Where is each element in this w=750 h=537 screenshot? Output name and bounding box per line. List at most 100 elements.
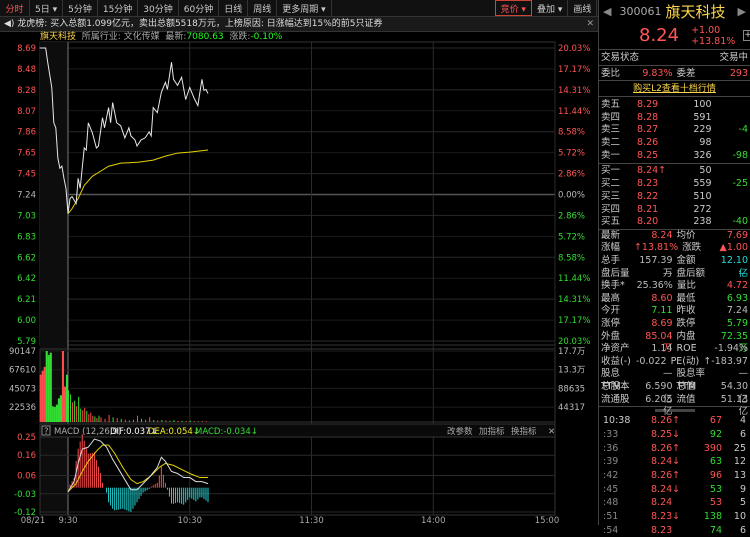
asks-row[interactable]: 卖一 8.25 326 -98 xyxy=(599,150,750,163)
stat-row: 涨停 8.69 跌停 5.79 xyxy=(599,318,750,331)
tick-row: :45 8.24↓ 53 9 xyxy=(599,483,750,497)
volume-bar xyxy=(153,420,155,422)
asks-row[interactable]: 卖二 8.26 98 xyxy=(599,137,750,150)
ticks-collapse-handle[interactable] xyxy=(654,409,695,413)
stat-value: ↑-183.97 xyxy=(703,355,748,367)
stat-row: 总手 157.39万 金额 12.10亿 xyxy=(599,255,750,279)
price-tick-label: 8.07 xyxy=(17,107,36,117)
stat-value: 6.590亿 xyxy=(645,381,673,405)
level-change: -40 xyxy=(732,216,748,228)
volume-bar xyxy=(189,420,191,422)
macd-dea: DEA:0.054↓ xyxy=(148,427,200,437)
tick-time: :39 xyxy=(603,456,619,468)
tick-price: 8.25↓ xyxy=(651,428,681,440)
level-price: 8.28 xyxy=(637,111,659,123)
volume-bar xyxy=(181,420,183,422)
stat-label: 流通股 xyxy=(601,393,630,405)
stat-row: 涨幅 ↑13.81% 涨跌 ▲1.00 xyxy=(599,242,750,255)
level-price: 8.21 xyxy=(637,203,659,215)
bids-row[interactable]: 买三 8.22 510 xyxy=(599,191,750,204)
stat-label: 流值 xyxy=(676,393,696,405)
stat-label: 收益(-) xyxy=(601,355,631,367)
volume-tick-label: 22536 xyxy=(9,403,36,413)
price-tick-label: 5.79 xyxy=(17,337,36,347)
intraday-chart[interactable]: 8.69 20.03% 8.48 17.17% 8.28 14.31% 8.07 11.44%… xyxy=(0,0,598,525)
time-tick-label: 14:00 xyxy=(421,516,446,525)
wc-value: 293 xyxy=(729,68,748,79)
tick-count: 5 xyxy=(739,497,746,509)
stock-code: 300061 xyxy=(619,4,662,18)
stat-value: — xyxy=(738,368,749,380)
pct-tick-label: 0.00% xyxy=(558,191,585,201)
level-volume: 510 xyxy=(693,190,712,202)
price-tick-label: 6.21 xyxy=(17,295,36,305)
price-tick-label: 6.00 xyxy=(17,316,36,326)
volume-bar xyxy=(63,386,67,422)
indicator-button[interactable]: 加指标 xyxy=(479,426,505,437)
volume-bar xyxy=(39,374,42,422)
add-watchlist-button[interactable]: + xyxy=(743,30,750,41)
close-icon[interactable]: ✕ xyxy=(548,427,555,437)
bids-row[interactable]: 买一 8.24↑ 50 xyxy=(599,165,750,178)
volume-bar xyxy=(92,415,94,422)
macd-tick-label: 0.25 xyxy=(17,433,36,443)
bids-row[interactable]: 买五 8.20 238 -40 xyxy=(599,216,750,229)
level-price: 8.26 xyxy=(637,137,659,149)
pct-tick-label: 11.44% xyxy=(558,107,590,117)
indicator-button[interactable]: 换指标 xyxy=(511,426,537,437)
next-stock-icon[interactable]: ▶ xyxy=(738,5,746,18)
level-change xyxy=(712,137,749,150)
stat-label: 盘后量 xyxy=(601,267,630,279)
level-price: 8.27 xyxy=(637,124,659,136)
volume-bar xyxy=(76,406,78,422)
l2-link[interactable]: 购买L2查看十档行情 xyxy=(599,80,750,96)
volume-bar xyxy=(185,421,187,422)
volume-tick-label: 67610 xyxy=(9,366,36,376)
stat-label: 跌停 xyxy=(676,318,696,330)
quote-panel: ◀ 300061 旗天科技 ▶ 8.24 +1.00 +13.81% + 交易状态… xyxy=(598,0,750,536)
tick-count: 25 xyxy=(733,442,746,454)
volume-bar xyxy=(108,414,110,422)
stat-value: 7.11 xyxy=(651,305,673,317)
stat-label: 涨停 xyxy=(601,318,621,330)
level-price: 8.23 xyxy=(637,178,659,190)
bids-row[interactable]: 买二 8.23 559 -25 xyxy=(599,178,750,191)
level-volume: 238 xyxy=(693,216,712,228)
volume-bar xyxy=(149,417,151,422)
stat-label: ROE xyxy=(676,343,697,355)
tick-time: 10:38 xyxy=(603,415,631,427)
level-price: 8.22 xyxy=(637,190,659,202)
asks-row[interactable]: 卖四 8.28 591 xyxy=(599,112,750,125)
prev-stock-icon[interactable]: ◀ xyxy=(603,5,611,18)
indicator-button[interactable]: 改参数 xyxy=(447,426,473,437)
stat-value: — xyxy=(663,267,673,279)
stat-value: 72.35万 xyxy=(720,330,748,355)
volume-right-label: 44317 xyxy=(558,403,585,413)
tick-time: :48 xyxy=(603,497,619,509)
stat-row: 最新 8.24 均价 7.69 xyxy=(599,230,750,243)
volume-right-label: 88635 xyxy=(558,384,585,394)
asks-row[interactable]: 卖三 8.27 229 -4 xyxy=(599,124,750,137)
volume-bar xyxy=(104,418,106,422)
stat-row: 外盘 85.04万 内盘 72.35万 xyxy=(599,330,750,355)
tick-count: 6 xyxy=(739,428,746,440)
stat-value: 6.93 xyxy=(726,292,748,304)
volume-bar xyxy=(197,421,199,422)
asks-row[interactable]: 卖五 8.29 100 xyxy=(599,99,750,112)
stat-value: 12.10亿 xyxy=(720,255,748,279)
bids-row[interactable]: 买四 8.21 272 xyxy=(599,204,750,217)
tick-time: :45 xyxy=(603,483,619,495)
tick-count: 9 xyxy=(739,483,746,495)
pct-tick-label: 2.86% xyxy=(558,170,585,180)
pct-tick-label: 8.58% xyxy=(558,253,585,263)
stat-value: 4.72 xyxy=(726,280,749,292)
volume-bar xyxy=(88,414,90,422)
stat-label: 总值 xyxy=(676,381,696,392)
tick-volume: 74 xyxy=(709,524,722,536)
tick-list[interactable]: 10:38 8.26↑ 67 4:33 8.25↓ 92 6:36 8.26↑ 390 25:39… xyxy=(599,414,750,537)
level-label: 买五 xyxy=(601,216,621,228)
volume-tick-label: 90147 xyxy=(9,347,36,357)
volume-bar xyxy=(169,420,171,422)
price-tick-label: 6.62 xyxy=(17,253,36,263)
stat-label: 股息率TTM xyxy=(676,368,706,393)
